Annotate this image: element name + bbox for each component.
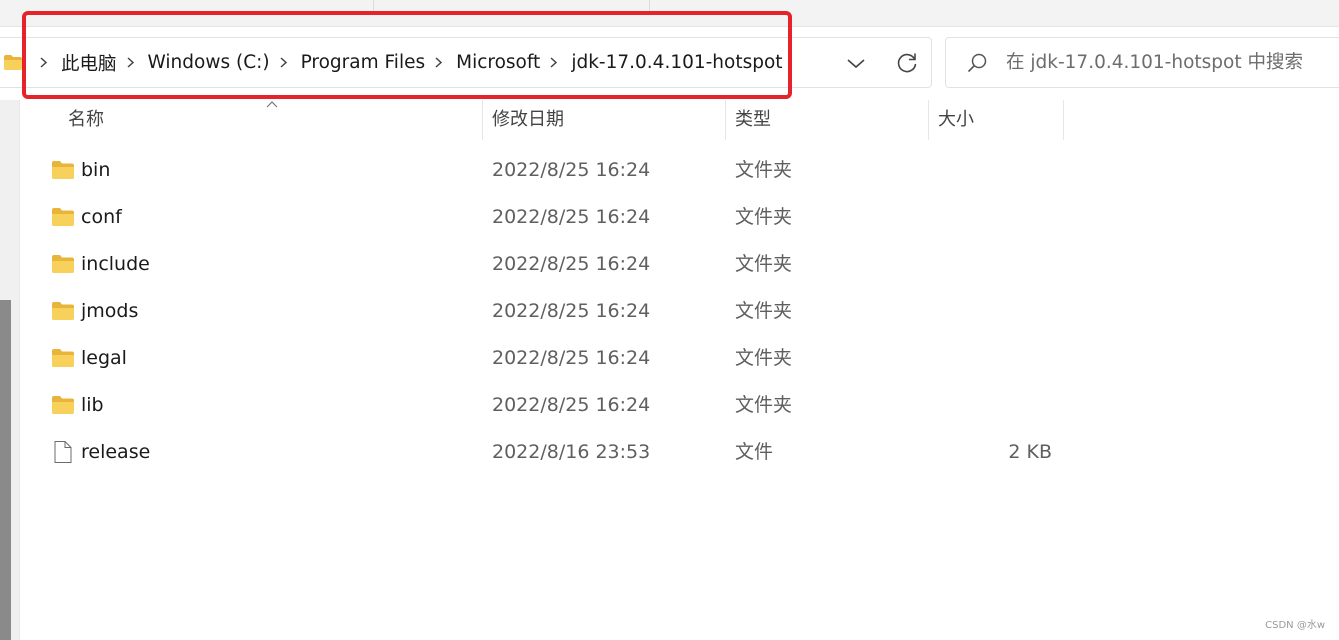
chevron-down-icon[interactable] bbox=[844, 52, 868, 74]
file-modified-date: 2022/8/25 16:24 bbox=[492, 300, 651, 322]
file-type: 文件夹 bbox=[735, 253, 793, 275]
file-modified-date: 2022/8/16 23:53 bbox=[492, 441, 651, 463]
folder-icon bbox=[51, 206, 75, 228]
file-row[interactable]: conf 2022/8/25 16:24 文件夹 bbox=[22, 194, 1122, 241]
folder-icon bbox=[51, 253, 75, 275]
file-name[interactable]: lib bbox=[81, 382, 104, 429]
file-type: 文件夹 bbox=[735, 394, 793, 416]
file-name[interactable]: include bbox=[81, 241, 150, 288]
folder-icon bbox=[51, 300, 75, 322]
file-row[interactable]: jmods 2022/8/25 16:24 文件夹 bbox=[22, 288, 1122, 335]
file-row[interactable]: lib 2022/8/25 16:24 文件夹 bbox=[22, 382, 1122, 429]
file-type: 文件夹 bbox=[735, 347, 793, 369]
file-type: 文件 bbox=[735, 441, 774, 463]
refresh-icon[interactable] bbox=[894, 50, 920, 76]
column-divider[interactable] bbox=[482, 100, 483, 140]
file-name[interactable]: conf bbox=[81, 194, 122, 241]
watermark-text: CSDN @水w bbox=[1265, 620, 1325, 631]
file-row[interactable]: bin 2022/8/25 16:24 文件夹 bbox=[22, 147, 1122, 194]
file-modified-date: 2022/8/25 16:24 bbox=[492, 347, 651, 369]
file-type: 文件夹 bbox=[735, 300, 793, 322]
sort-up-icon bbox=[266, 101, 278, 108]
file-type: 文件夹 bbox=[735, 159, 793, 181]
file-name[interactable]: jmods bbox=[81, 288, 138, 335]
column-divider[interactable] bbox=[725, 100, 726, 140]
file-row[interactable]: release 2022/8/16 23:53 文件 2 KB bbox=[22, 429, 1122, 476]
file-modified-date: 2022/8/25 16:24 bbox=[492, 206, 651, 228]
file-name[interactable]: legal bbox=[81, 335, 127, 382]
folder-icon bbox=[4, 55, 22, 70]
file-modified-date: 2022/8/25 16:24 bbox=[492, 253, 651, 275]
file-name[interactable]: release bbox=[81, 429, 150, 476]
column-header-modified[interactable]: 修改日期 bbox=[484, 100, 564, 142]
file-size: 2 KB bbox=[1008, 441, 1052, 463]
column-divider[interactable] bbox=[928, 100, 929, 140]
column-header-type[interactable]: 类型 bbox=[727, 100, 771, 142]
column-header-name[interactable]: 名称 bbox=[60, 100, 104, 142]
file-row[interactable]: include 2022/8/25 16:24 文件夹 bbox=[22, 241, 1122, 288]
folder-icon bbox=[51, 394, 75, 416]
file-type: 文件夹 bbox=[735, 206, 793, 228]
folder-icon bbox=[51, 347, 75, 369]
file-modified-date: 2022/8/25 16:24 bbox=[492, 159, 651, 181]
file-icon bbox=[51, 441, 75, 463]
file-row[interactable]: legal 2022/8/25 16:24 文件夹 bbox=[22, 335, 1122, 382]
column-header-size[interactable]: 大小 bbox=[930, 100, 974, 142]
file-modified-date: 2022/8/25 16:24 bbox=[492, 394, 651, 416]
scrollbar-thumb[interactable] bbox=[0, 300, 11, 640]
annotation-highlight-box bbox=[22, 11, 792, 99]
column-divider[interactable] bbox=[1063, 100, 1064, 140]
column-header-row: 名称 修改日期 类型 大小 bbox=[22, 100, 1339, 142]
search-input[interactable]: 在 jdk-17.0.4.101-hotspot 中搜索 bbox=[1006, 38, 1303, 87]
search-icon bbox=[967, 53, 987, 73]
file-name[interactable]: bin bbox=[81, 147, 110, 194]
folder-icon bbox=[51, 159, 75, 181]
search-box[interactable]: 在 jdk-17.0.4.101-hotspot 中搜索 bbox=[945, 37, 1339, 88]
